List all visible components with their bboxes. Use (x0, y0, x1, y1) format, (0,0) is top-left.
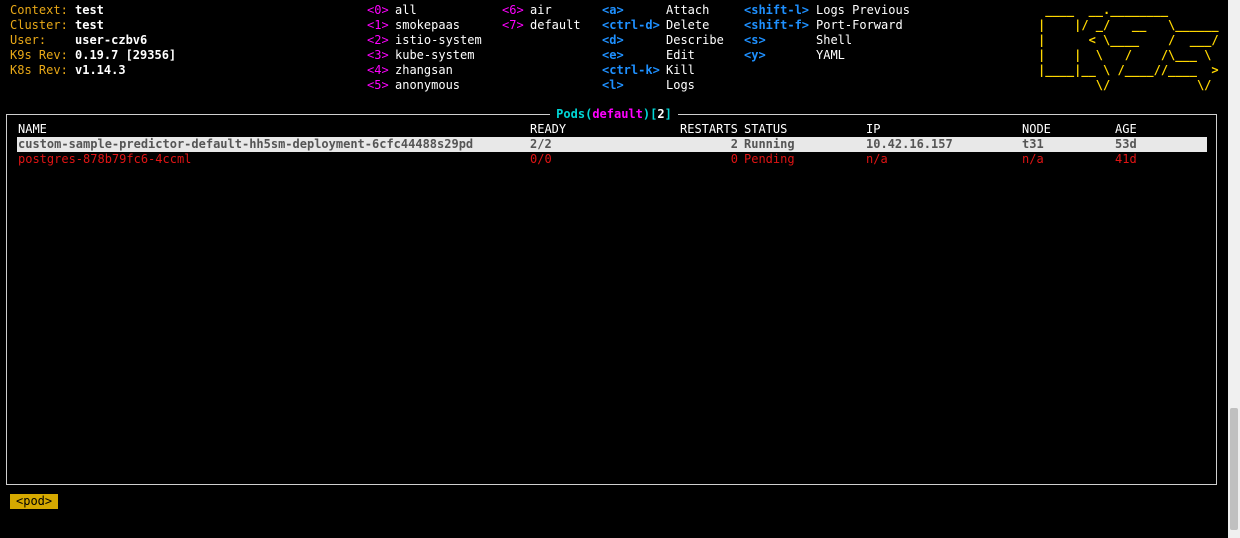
pods-table-title: Pods(default)[2] (0, 107, 1228, 122)
hotkey-shell[interactable]: <s> Shell (744, 33, 852, 48)
namespace-shortcut[interactable]: <5> anonymous (367, 78, 460, 93)
scrollbar-thumb[interactable] (1230, 408, 1238, 530)
cell-node: t31 (1022, 137, 1044, 151)
cell-age: 53d (1115, 137, 1137, 151)
namespace-shortcut[interactable]: <2> istio-system (367, 33, 482, 48)
namespace-shortcut[interactable]: <3> kube-system (367, 48, 474, 63)
hotkey-edit[interactable]: <e> Edit (602, 48, 695, 63)
namespace-shortcut[interactable]: <0> all (367, 3, 417, 18)
cell-ip: n/a (866, 152, 888, 166)
pods-table-frame (6, 114, 1217, 485)
hotkey-logs[interactable]: <l> Logs (602, 78, 695, 93)
info-cluster: Cluster: test (10, 18, 104, 32)
hotkey-logs-previous[interactable]: <shift-l> Logs Previous (744, 3, 910, 18)
info-user: User: user-czbv6 (10, 33, 148, 47)
column-header-status[interactable]: STATUS (744, 122, 787, 137)
vertical-scrollbar[interactable] (1228, 0, 1240, 538)
hotkey-yaml[interactable]: <y> YAML (744, 48, 845, 63)
info-context: Context: test (10, 3, 104, 17)
namespace-shortcut[interactable]: <1> smokepaas (367, 18, 460, 33)
cell-age: 41d (1115, 152, 1137, 166)
cell-status: Pending (744, 152, 795, 166)
column-header-restarts[interactable]: RESTARTS (680, 122, 738, 137)
cell-status: Running (744, 137, 795, 151)
column-header-name[interactable]: NAME (18, 122, 47, 137)
hotkey-attach[interactable]: <a> Attach (602, 3, 709, 18)
column-header-node[interactable]: NODE (1022, 122, 1051, 137)
namespace-shortcut[interactable]: <6> air (502, 3, 552, 18)
column-header-ip[interactable]: IP (866, 122, 880, 137)
namespace-shortcut[interactable]: <7> default (502, 18, 581, 33)
hotkey-kill[interactable]: <ctrl-k> Kill (602, 63, 695, 78)
cell-ip: 10.42.16.157 (866, 137, 953, 151)
namespace-shortcut[interactable]: <4> zhangsan (367, 63, 453, 78)
column-header-age[interactable]: AGE (1115, 122, 1137, 137)
cell-restarts: 2 (730, 137, 738, 151)
hotkey-port-forward[interactable]: <shift-f> Port-Forward (744, 18, 903, 33)
cell-node: n/a (1022, 152, 1044, 166)
info-k9s-rev: K9s Rev: 0.19.7 [29356] (10, 48, 177, 62)
cell-ready: 0/0 (530, 152, 552, 166)
info-k8s-rev: K8s Rev: v1.14.3 (10, 63, 126, 77)
hotkey-delete[interactable]: <ctrl-d> Delete (602, 18, 709, 33)
cell-ready: 2/2 (530, 137, 552, 151)
cell-name: postgres-878b79fc6-4ccml (18, 152, 192, 166)
cell-name: custom-sample-predictor-default-hh5sm-de… (18, 137, 474, 151)
column-header-ready[interactable]: READY (530, 122, 566, 137)
breadcrumb[interactable]: <pod> (10, 494, 59, 509)
hotkey-describe[interactable]: <d> Describe (602, 33, 724, 48)
cell-restarts: 0 (730, 152, 738, 166)
k9s-terminal: Context: test Cluster: test User: user-czbv… (0, 0, 1228, 538)
